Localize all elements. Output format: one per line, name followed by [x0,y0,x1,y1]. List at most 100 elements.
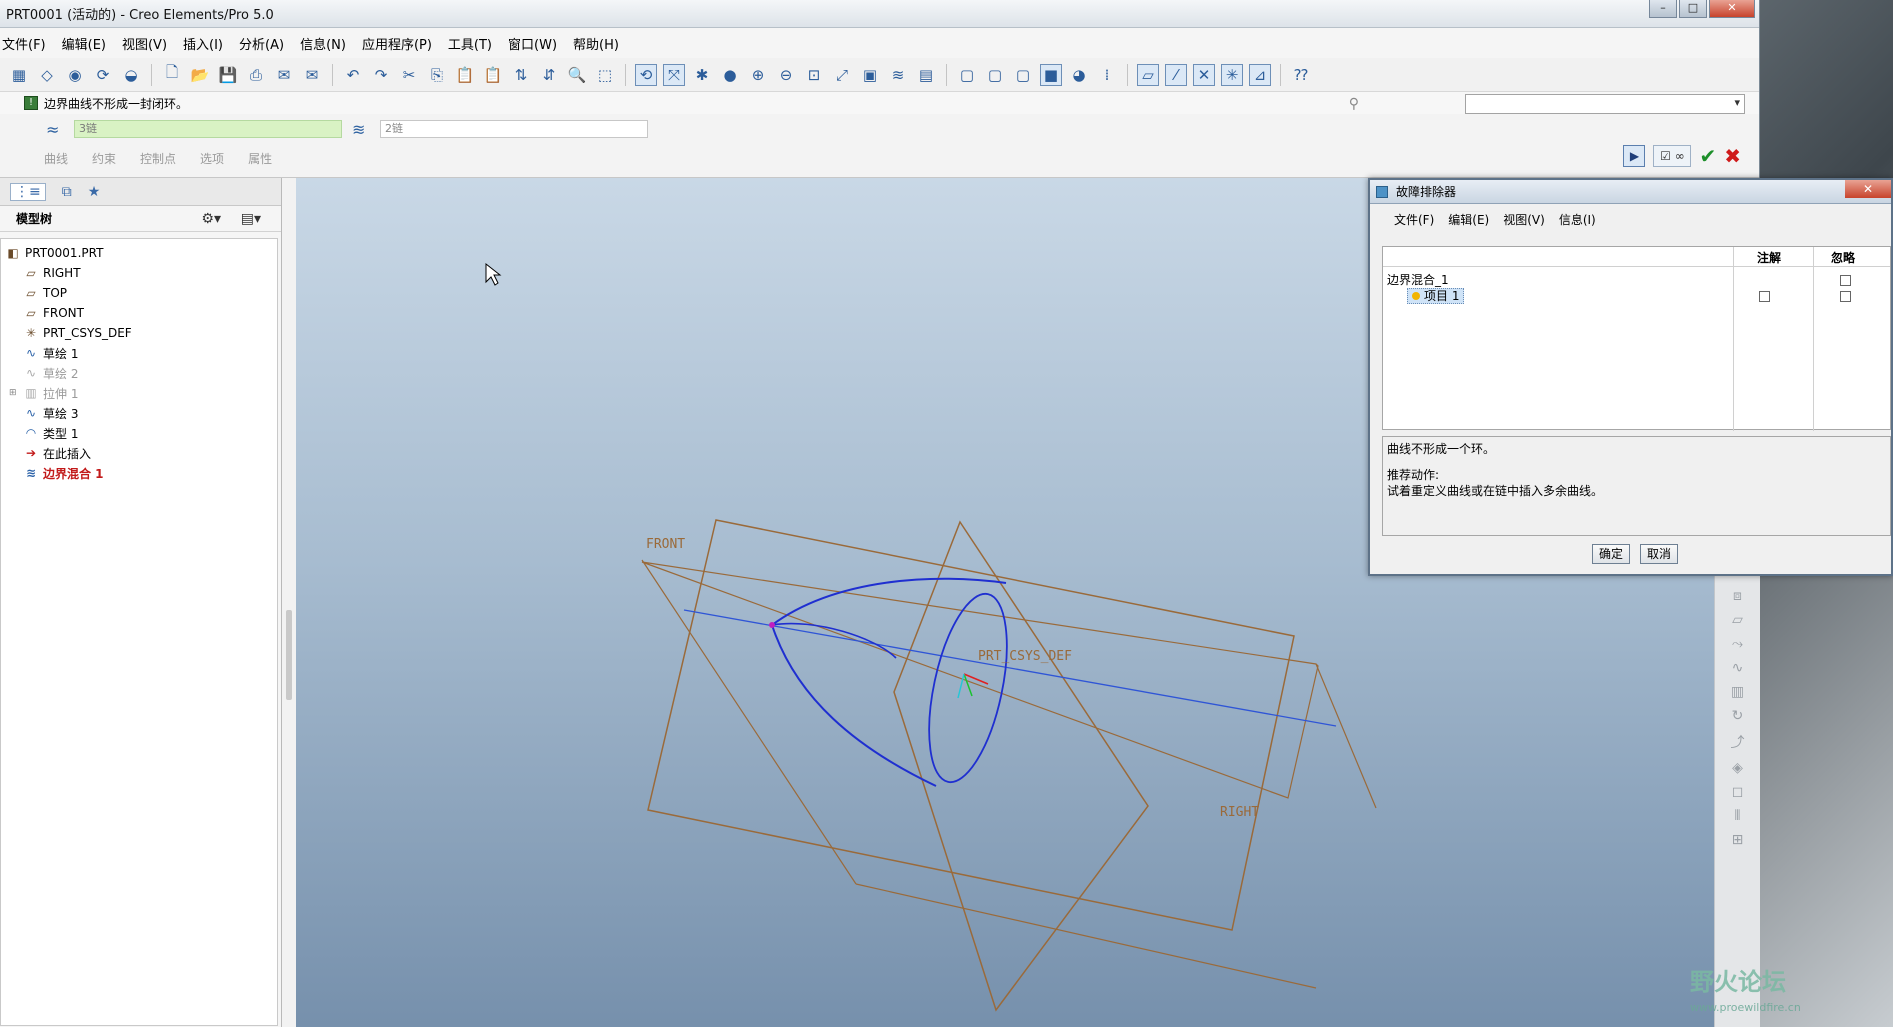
panel-splitter[interactable] [286,610,292,700]
tree-item-boundary-blend-1[interactable]: ≋ 边界混合 1 [1,463,277,483]
copy-icon[interactable]: ⎘ [426,64,448,86]
pin-icon[interactable]: ⚲ [1349,96,1359,112]
open-file-icon[interactable]: 📂 [189,64,211,86]
minimize-button[interactable]: – [1649,0,1677,18]
wireframe-icon[interactable]: ▢ [956,64,978,86]
context-help-icon[interactable]: ⁇ [1290,64,1312,86]
ignore-checkbox-item[interactable] [1840,291,1851,302]
tree-item-sketch-1[interactable]: ∿ 草绘 1 [1,343,277,363]
web-icon[interactable]: ◉ [64,64,86,86]
spin-center-icon[interactable]: ✱ [691,64,713,86]
render-icon[interactable]: ◒ [120,64,142,86]
close-button[interactable]: ✕ [1709,0,1755,18]
datum-point-display-icon[interactable]: ✕ [1193,63,1215,86]
menu-applications[interactable]: 应用程序(P) [362,34,442,53]
orient-icon[interactable]: ⤧ [663,63,685,86]
folder-browser-tab-icon[interactable]: ⧉ [62,184,72,200]
menu-analysis[interactable]: 分析(A) [239,34,294,53]
dialog-menu-info[interactable]: 信息(I) [1559,211,1596,228]
refit-icon[interactable]: ⊡ [803,64,825,86]
tree-item-front[interactable]: ▱ FRONT [1,303,277,323]
zoom-in-icon[interactable]: ⊕ [747,64,769,86]
ok-button[interactable]: 确定 [1592,544,1630,564]
dialog-menu-file[interactable]: 文件(F) [1394,211,1434,228]
datum-axis-display-icon[interactable]: ⁄ [1165,63,1187,86]
tree-item-csys[interactable]: ✳ PRT_CSYS_DEF [1,323,277,343]
select-box-icon[interactable]: ⬚ [594,64,616,86]
annotation-display-icon[interactable]: ⊿ [1249,63,1271,86]
preview-glasses-icon[interactable]: ☑ ∞ [1653,145,1692,167]
print-icon[interactable]: ⎙ [245,64,267,86]
tree-item-insert-here[interactable]: ➔ 在此插入 [1,443,277,463]
pause-resume-button[interactable]: ▶ [1623,145,1646,167]
model-tree-tab-icon[interactable]: ⋮≡ [10,182,46,201]
menu-info[interactable]: 信息(N) [300,34,356,53]
tree-item-sketch-3[interactable]: ∿ 草绘 3 [1,403,277,423]
sync-icon[interactable]: ⟳ [92,64,114,86]
paste-special-icon[interactable]: 📋 [482,64,504,86]
tab-constraints[interactable]: 约束 [92,150,116,167]
cancel-button[interactable]: 取消 [1640,544,1678,564]
cut-icon[interactable]: ✂ [398,64,420,86]
ignore-checkbox-feature[interactable] [1840,275,1851,286]
tree-item-top[interactable]: ▱ TOP [1,283,277,303]
tree-filter-icon[interactable]: ⚙▾ [201,211,221,227]
tab-control-points[interactable]: 控制点 [140,150,176,167]
tab-properties[interactable]: 属性 [248,150,272,167]
shell-tool-icon[interactable]: ◻ [1715,784,1760,800]
axis-tool-icon[interactable]: ⤳ [1715,636,1760,652]
hidden-line-icon[interactable]: ▢ [984,64,1006,86]
maximize-button[interactable]: □ [1679,0,1707,18]
curve-tool-icon[interactable]: ∿ [1715,660,1760,676]
saved-views-icon[interactable]: ▣ [859,64,881,86]
email-link-icon[interactable]: ✉ [301,64,323,86]
menu-window[interactable]: 窗口(W) [508,34,567,53]
undo-icon[interactable]: ↶ [342,64,364,86]
blend-tool-icon[interactable]: ◈ [1715,760,1760,776]
pattern-tool-icon[interactable]: ⊞ [1715,832,1760,848]
datum-plane-display-icon[interactable]: ▱ [1137,63,1159,86]
tree-item-right[interactable]: ▱ RIGHT [1,263,277,283]
shading-icon[interactable]: ● [719,64,741,86]
dialog-menu-edit[interactable]: 编辑(E) [1448,211,1489,228]
favorites-tab-icon[interactable]: ★ [88,184,101,200]
layers-icon[interactable]: ≋ [887,64,909,86]
no-hidden-icon[interactable]: ▢ [1012,64,1034,86]
menu-view[interactable]: 视图(V) [122,34,177,53]
table-row-item[interactable]: 项目 1 [1407,287,1465,305]
smart-filter-select[interactable] [1465,94,1745,114]
note-checkbox-item[interactable] [1759,291,1770,302]
spin-center-toggle-icon[interactable]: ⁞ [1096,64,1118,86]
find-icon[interactable]: 🔍 [566,64,588,86]
reorient-icon[interactable]: ⤢ [831,64,853,86]
regen-manager-icon[interactable]: ⇵ [538,64,560,86]
menu-insert[interactable]: 插入(I) [183,34,233,53]
tab-curves[interactable]: 曲线 [44,150,68,167]
menu-edit[interactable]: 编辑(E) [62,34,116,53]
mirror-tool-icon[interactable]: ⫴ [1715,808,1760,824]
tab-options[interactable]: 选项 [200,150,224,167]
menu-file[interactable]: 文件(F) [2,34,56,53]
confirm-check-icon[interactable]: ✔ [1699,144,1716,168]
new-file-icon[interactable]: 🗋 [161,63,183,86]
paste-icon[interactable]: 📋 [454,64,476,86]
sketch-tool-icon[interactable]: ⧈ [1715,588,1760,604]
enhanced-realism-icon[interactable]: ◕ [1068,64,1090,86]
tree-item-extrude-1[interactable]: ⊞ ▥ 拉伸 1 [1,383,277,403]
repaint-icon[interactable]: ⟲ [635,63,657,86]
csys-display-icon[interactable]: ✳ [1221,63,1243,86]
tree-settings-icon[interactable]: ▤▾ [241,211,261,227]
save-icon[interactable]: 💾 [217,64,239,86]
second-direction-collector[interactable]: 2链 [380,120,648,138]
part-icon[interactable]: ◇ [36,64,58,86]
revolve-tool-icon[interactable]: ↻ [1715,708,1760,724]
regenerate-icon[interactable]: ⇅ [510,64,532,86]
cancel-x-icon[interactable]: ✖ [1724,144,1741,168]
menu-help[interactable]: 帮助(H) [573,34,629,53]
datum-plane-tool-icon[interactable]: ▱ [1715,612,1760,628]
shaded-icon[interactable]: ■ [1040,63,1062,86]
dialog-menu-view[interactable]: 视图(V) [1503,211,1545,228]
extrude-tool-icon[interactable]: ▥ [1715,684,1760,700]
dialog-close-button[interactable]: ✕ [1845,180,1891,198]
tree-item-style-1[interactable]: ◠ 类型 1 [1,423,277,443]
